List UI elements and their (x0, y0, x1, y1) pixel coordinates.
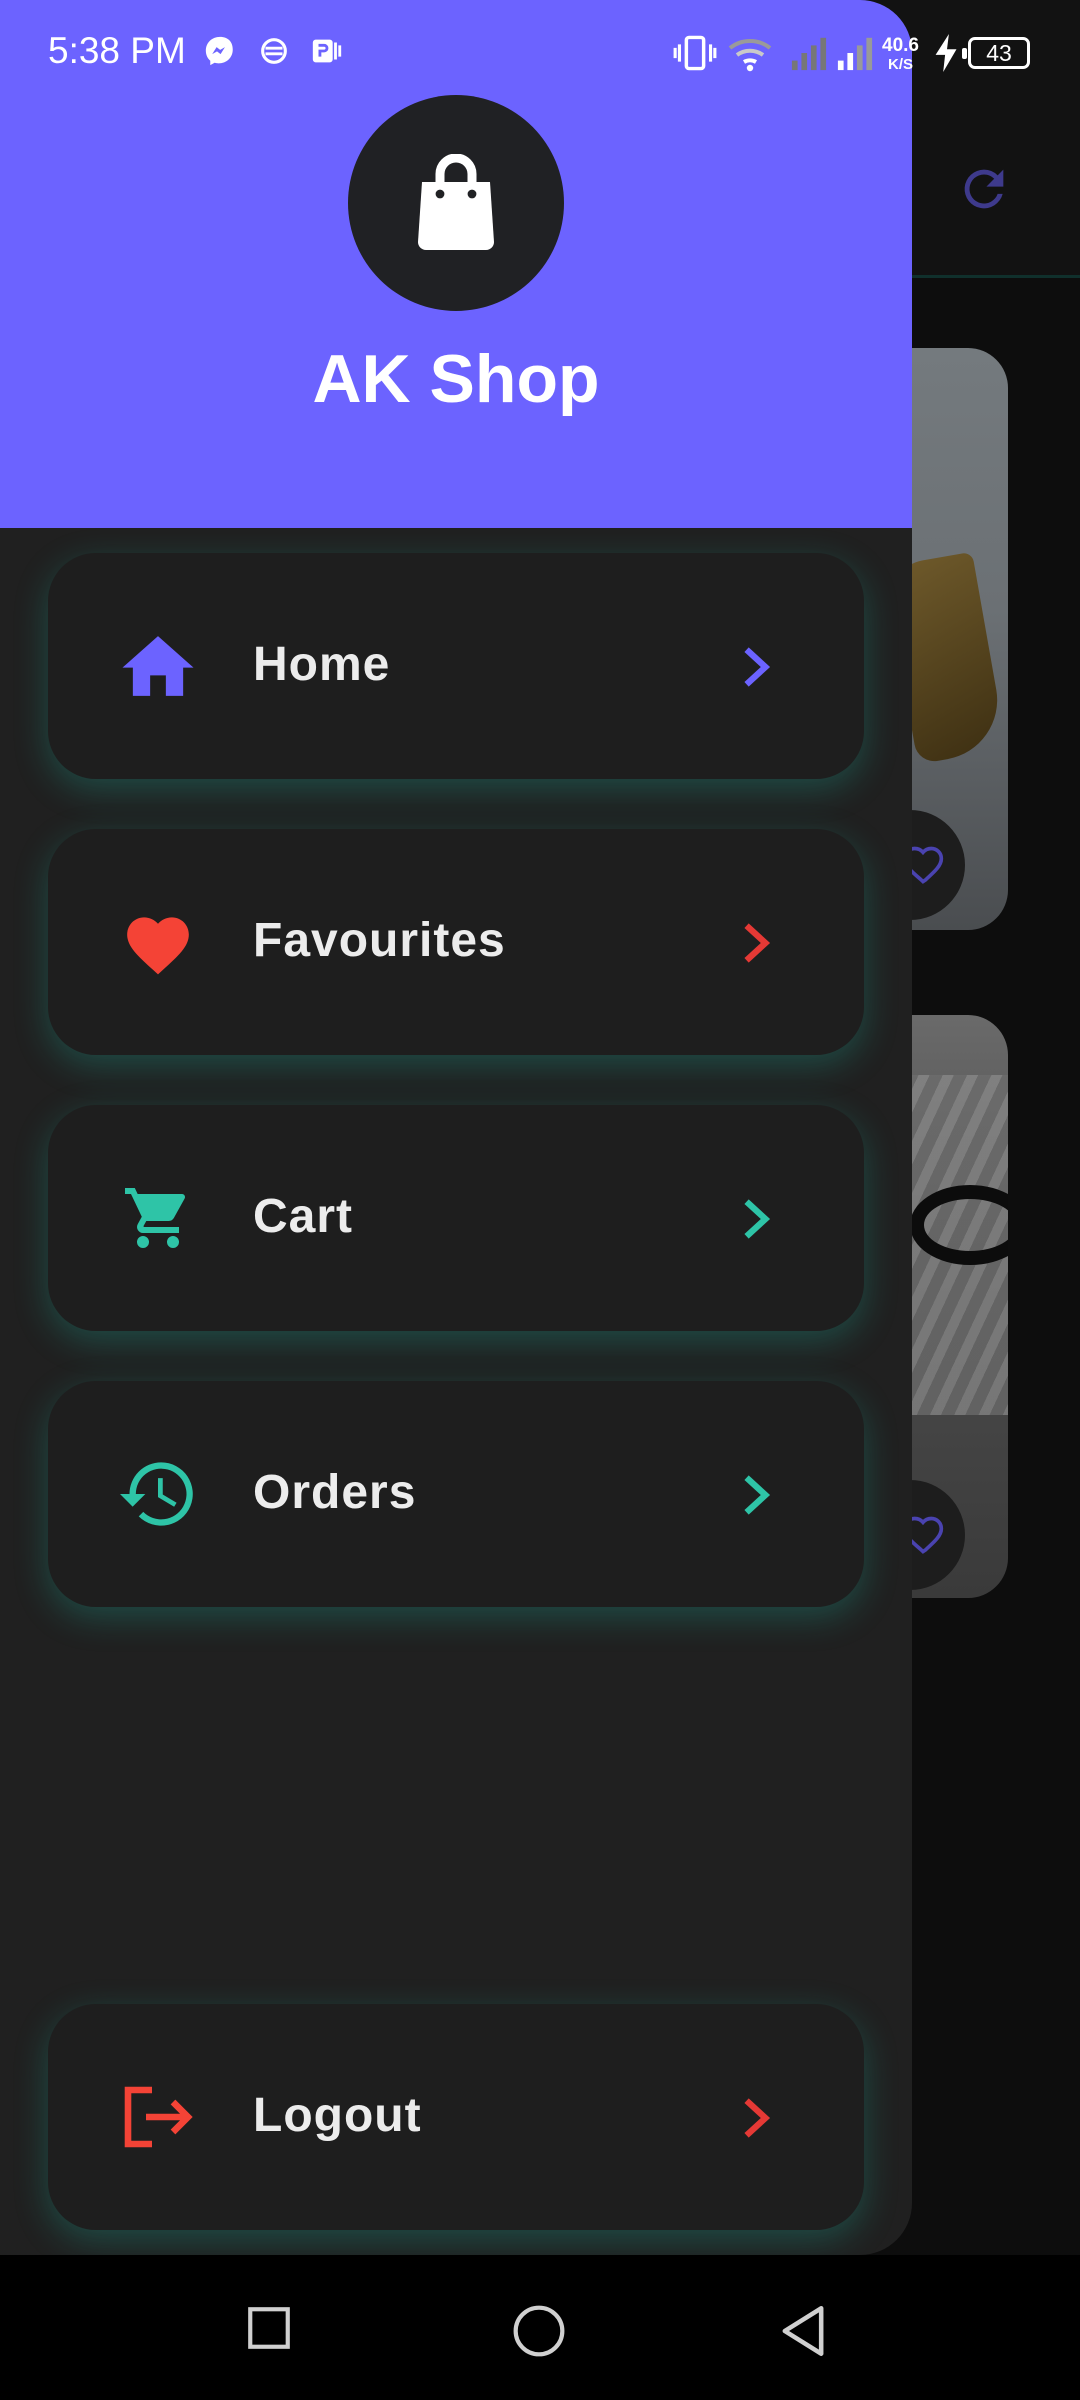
status-bar: 5:38 PM 40.6 K/S 43 (0, 0, 1080, 108)
chevron-right-icon (744, 1475, 771, 1515)
chevron-right-icon (744, 923, 771, 963)
logout-icon (120, 2081, 196, 2153)
drawer-item-label: Orders (253, 1466, 417, 1519)
back-button[interactable] (778, 2303, 828, 2359)
home-button[interactable] (511, 2303, 567, 2359)
drawer-item-label: Cart (253, 1190, 354, 1243)
charging-icon (935, 34, 957, 72)
refresh-icon[interactable] (955, 160, 1013, 218)
network-speed-value: 40.6 (882, 35, 919, 56)
signal-icon (791, 37, 827, 71)
shop-logo (348, 95, 564, 311)
battery-level: 43 (962, 37, 1030, 69)
signal-icon (837, 37, 873, 71)
logout-label: Logout (253, 2089, 422, 2142)
drawer-item-cart[interactable]: Cart (48, 1105, 864, 1331)
shopping-bag-icon (418, 154, 494, 250)
drawer-item-label: Favourites (253, 914, 506, 967)
drawer-item-label: Home (253, 638, 391, 691)
home-icon (120, 630, 196, 702)
cart-icon (120, 1182, 196, 1254)
network-speed: 40.6 K/S (882, 36, 919, 74)
recents-button[interactable] (244, 2303, 294, 2353)
network-speed-unit: K/S (887, 56, 913, 73)
heart-icon (120, 906, 196, 978)
chevron-right-icon (744, 647, 771, 687)
drawer-item-home[interactable]: Home (48, 553, 864, 779)
drawer-item-favourites[interactable]: Favourites (48, 829, 864, 1055)
app-notification-icon (261, 38, 287, 64)
status-time: 5:38 PM (48, 30, 186, 71)
logout-button[interactable]: Logout (48, 2004, 864, 2230)
messenger-icon (205, 36, 233, 66)
shop-title: AK Shop (312, 341, 600, 417)
drawer-item-orders[interactable]: Orders (48, 1381, 864, 1607)
history-icon (120, 1458, 196, 1530)
navigation-drawer: AK Shop Home Favourites Cart Orders Logo… (0, 0, 912, 2255)
chevron-right-icon (744, 2098, 771, 2138)
system-navigation-bar (0, 2255, 1080, 2400)
parking-app-icon (312, 39, 342, 63)
vibrate-icon (673, 35, 717, 71)
wifi-icon (728, 38, 772, 72)
chevron-right-icon (744, 1199, 771, 1239)
